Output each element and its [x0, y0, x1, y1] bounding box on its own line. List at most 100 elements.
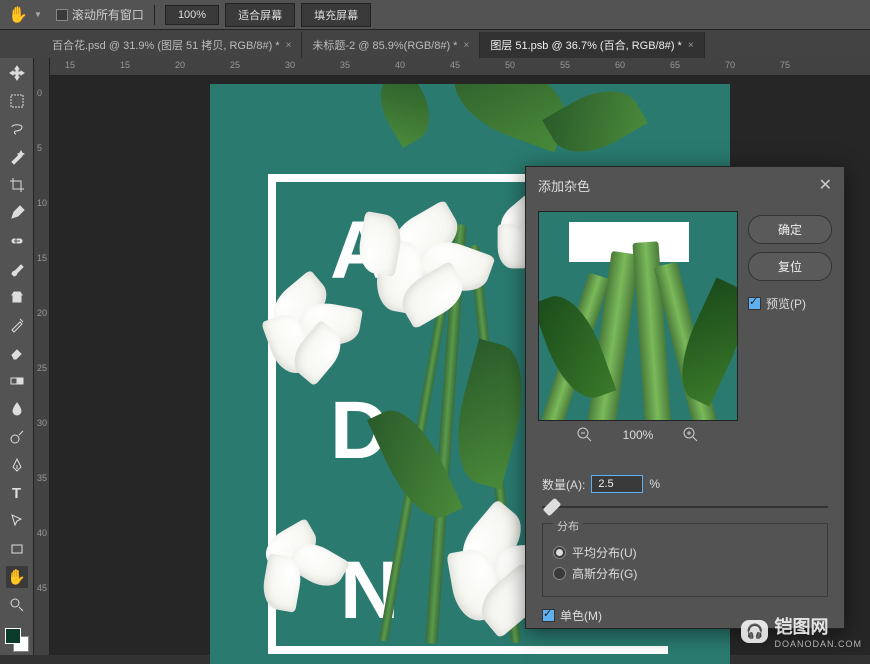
amount-input[interactable] — [591, 475, 643, 493]
watermark-text: 铠图网 — [774, 613, 862, 639]
amount-row: 数量(A): % — [542, 475, 828, 493]
lily-flower — [237, 520, 363, 628]
tab-label: 未标题-2 @ 85.9%(RGB/8#) * — [312, 37, 457, 53]
tool-preset-dropdown[interactable]: ▼ — [34, 10, 42, 19]
path-selection-tool[interactable] — [6, 510, 28, 532]
checkbox-icon — [56, 9, 68, 21]
hand-tool-icon[interactable]: ✋ — [8, 5, 28, 25]
pen-tool[interactable] — [6, 454, 28, 476]
lasso-tool[interactable] — [6, 118, 28, 140]
document-tabs: 百合花.psd @ 31.9% (图层 51 拷贝, RGB/8#) * × 未… — [0, 30, 870, 58]
distribution-group: 分布 平均分布(U) 高斯分布(G) — [542, 523, 828, 597]
ok-button[interactable]: 确定 — [748, 215, 832, 244]
slider-track — [542, 506, 828, 508]
ruler-tick: 35 — [340, 60, 350, 70]
uniform-label: 平均分布(U) — [572, 544, 637, 561]
ruler-tick: 40 — [395, 60, 405, 70]
doc-tab-1[interactable]: 未标题-2 @ 85.9%(RGB/8#) * × — [302, 32, 480, 58]
amount-unit: % — [649, 477, 660, 491]
magic-wand-tool[interactable] — [6, 146, 28, 168]
move-tool[interactable] — [6, 62, 28, 84]
ruler-h: 15 15 20 25 30 35 40 45 50 55 60 65 70 7… — [50, 58, 870, 76]
uniform-radio[interactable]: 平均分布(U) — [553, 544, 817, 561]
ruler-tick: 70 — [725, 60, 735, 70]
ruler-num: 30 — [37, 418, 47, 428]
close-icon[interactable]: × — [286, 40, 292, 51]
amount-slider[interactable] — [542, 499, 828, 515]
close-icon[interactable]: ✕ — [819, 175, 832, 195]
filter-preview[interactable] — [538, 211, 738, 421]
ruler-num: 25 — [37, 363, 47, 373]
radio-icon — [553, 546, 566, 559]
ruler-tick: 45 — [450, 60, 460, 70]
type-tool[interactable]: T — [6, 482, 28, 504]
clone-stamp-tool[interactable] — [6, 286, 28, 308]
ruler-tick: 75 — [780, 60, 790, 70]
gaussian-radio[interactable]: 高斯分布(G) — [553, 565, 817, 582]
scroll-all-checkbox[interactable]: 滚动所有窗口 — [56, 6, 144, 23]
healing-brush-tool[interactable] — [6, 230, 28, 252]
color-swatches[interactable] — [5, 628, 29, 652]
zoom-in-icon[interactable] — [683, 427, 699, 443]
doc-tab-2[interactable]: 图层 51.psb @ 36.7% (百合, RGB/8#) * × — [480, 32, 704, 58]
ruler-tick: 15 — [120, 60, 130, 70]
watermark-icon: 🎧 — [741, 620, 768, 643]
gradient-tool[interactable] — [6, 370, 28, 392]
checkbox-icon — [542, 609, 555, 622]
close-icon[interactable]: × — [688, 40, 694, 51]
slider-thumb[interactable] — [543, 498, 562, 517]
hand-tool[interactable]: ✋ — [6, 566, 28, 588]
ruler-tick: 15 — [65, 60, 75, 70]
ruler-v-gutter: 0 5 10 15 20 25 30 35 40 45 — [34, 58, 50, 655]
watermark: 🎧 铠图网 DOANODAN.COM — [741, 613, 862, 649]
zoom-tool[interactable] — [6, 594, 28, 616]
close-icon[interactable]: × — [463, 40, 469, 51]
distribution-legend: 分布 — [553, 518, 583, 534]
eyedropper-tool[interactable] — [6, 202, 28, 224]
radio-icon — [553, 567, 566, 580]
doc-tab-0[interactable]: 百合花.psd @ 31.9% (图层 51 拷贝, RGB/8#) * × — [42, 32, 302, 58]
monochrome-label: 单色(M) — [560, 607, 602, 624]
scroll-all-label: 滚动所有窗口 — [72, 6, 144, 23]
amount-label: 数量(A): — [542, 476, 585, 493]
preview-checkbox[interactable]: 预览(P) — [748, 295, 832, 312]
ruler-num: 45 — [37, 583, 47, 593]
options-bar: ✋ ▼ 滚动所有窗口 100% 适合屏幕 填充屏幕 — [0, 0, 870, 30]
ruler-num: 15 — [37, 253, 47, 263]
zoom-level-label: 100% — [623, 428, 654, 442]
tools-panel: T ✋ — [0, 58, 34, 655]
blur-tool[interactable] — [6, 398, 28, 420]
fill-screen-button[interactable]: 填充屏幕 — [301, 3, 371, 27]
rectangle-tool[interactable] — [6, 538, 28, 560]
ruler-num: 20 — [37, 308, 47, 318]
brush-tool[interactable] — [6, 258, 28, 280]
ruler-num: 0 — [37, 88, 42, 98]
history-brush-tool[interactable] — [6, 314, 28, 336]
zoom-level-field[interactable]: 100% — [165, 5, 219, 25]
ruler-tick: 60 — [615, 60, 625, 70]
separator — [154, 5, 155, 25]
checkbox-icon — [748, 297, 761, 310]
tab-label: 百合花.psd @ 31.9% (图层 51 拷贝, RGB/8#) * — [52, 37, 280, 53]
ruler-tick: 30 — [285, 60, 295, 70]
tab-label: 图层 51.psb @ 36.7% (百合, RGB/8#) * — [490, 37, 682, 53]
leaf-decoration — [368, 84, 442, 148]
watermark-sub: DOANODAN.COM — [774, 639, 862, 649]
ruler-num: 35 — [37, 473, 47, 483]
dodge-tool[interactable] — [6, 426, 28, 448]
crop-tool[interactable] — [6, 174, 28, 196]
dialog-titlebar[interactable]: 添加杂色 ✕ — [526, 167, 844, 203]
lily-flower — [350, 214, 490, 334]
foreground-color[interactable] — [5, 628, 21, 644]
ruler-tick: 55 — [560, 60, 570, 70]
preview-zoom-controls: 100% — [538, 421, 738, 449]
marquee-tool[interactable] — [6, 90, 28, 112]
eraser-tool[interactable] — [6, 342, 28, 364]
preview-label: 预览(P) — [766, 295, 806, 312]
ruler-tick: 20 — [175, 60, 185, 70]
fit-screen-button[interactable]: 适合屏幕 — [225, 3, 295, 27]
ruler-num: 5 — [37, 143, 42, 153]
ruler-tick: 50 — [505, 60, 515, 70]
zoom-out-icon[interactable] — [577, 427, 593, 443]
reset-button[interactable]: 复位 — [748, 252, 832, 281]
